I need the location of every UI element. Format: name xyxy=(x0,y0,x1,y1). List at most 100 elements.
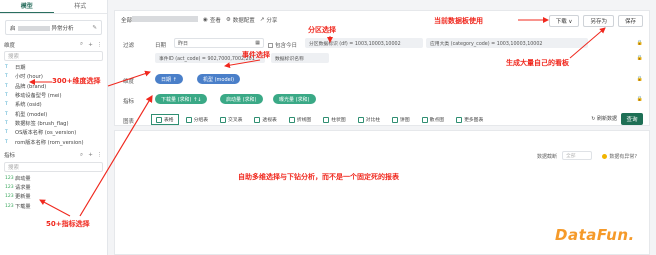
list-item[interactable]: T 数据标签 (brush_flag) xyxy=(0,119,107,128)
download-button[interactable]: 下载 ∨ xyxy=(548,15,580,27)
annotation-freeform: 自助多维选择与下钻分析，而不是一个固定死的报表 xyxy=(238,173,399,181)
text-type-icon: T xyxy=(5,139,8,145)
add-icon[interactable]: + xyxy=(87,42,94,48)
text-type-icon: T xyxy=(5,74,8,80)
compare-bar-icon xyxy=(357,116,364,123)
datafun-logo: DataFun. xyxy=(555,226,635,244)
sidebar-tabs: 模型 样式 xyxy=(0,0,107,14)
filter-label: 过滤 xyxy=(123,43,135,49)
lock-icon[interactable]: 🔒 xyxy=(637,76,643,82)
chart-type-cross-table[interactable]: 交叉表 xyxy=(215,114,247,125)
chart-type-pie[interactable]: 饼图 xyxy=(387,114,415,125)
dimension-section-header: 维度 ⌕ + ⋮ xyxy=(0,39,107,50)
chart-type-compare-bar[interactable]: 对比柱 xyxy=(353,114,385,125)
chart-type-list: 表格 分组表 交叉表 透视表 折线图 柱状图 对比柱 饼图 散点图 更多图表 xyxy=(151,114,488,125)
chart-type-more[interactable]: 更多图表 xyxy=(451,114,488,125)
text-type-icon: T xyxy=(5,102,8,108)
bar-chart-icon xyxy=(323,116,330,123)
filter-chip[interactable]: 应用大类 (category_code) = 1003,10003,10002 xyxy=(426,38,588,48)
dimension-row-label: 维度 xyxy=(123,79,135,85)
add-icon[interactable]: + xyxy=(87,152,94,158)
dimension-search-input[interactable]: 搜索 xyxy=(4,51,103,61)
annotation-partition: 分区选择 xyxy=(308,26,336,34)
chart-type-line[interactable]: 折线图 xyxy=(284,114,316,125)
number-type-icon: 123 xyxy=(5,175,14,181)
list-item[interactable]: 123 更新量 xyxy=(0,192,107,201)
more-charts-icon xyxy=(456,116,463,123)
include-today-checkbox[interactable]: 包含今日 xyxy=(268,41,297,49)
metric-list: 123 启动量 123 请求量 123 更新量 123 下载量 xyxy=(0,174,107,211)
refresh-data-button[interactable]: ↻ 刷新数据 xyxy=(591,115,617,122)
filter-chip[interactable]: 分区数据标识 (df) = 1003,10003,10002 xyxy=(305,38,423,48)
lock-icon[interactable]: 🔒 xyxy=(637,40,643,46)
text-type-icon: T xyxy=(5,130,8,136)
chart-type-scatter[interactable]: 散点图 xyxy=(417,114,449,125)
filter-chip[interactable]: 数据标识名称 xyxy=(271,53,329,63)
list-item[interactable]: 123 下载量 xyxy=(0,202,107,211)
annotation-generate: 生成大量自己的看板 xyxy=(506,59,569,67)
share-button[interactable]: ↗ 分享 xyxy=(260,16,278,24)
share-icon: ↗ xyxy=(259,17,265,23)
dimension-pill-model[interactable]: 机型 (model) xyxy=(197,74,241,84)
pie-chart-icon xyxy=(392,116,399,123)
query-button[interactable]: 查询 xyxy=(621,113,643,125)
list-item[interactable]: T OS版本名称 (os_version) xyxy=(0,128,107,137)
annotation-current-board: 当前数据板使用 xyxy=(434,17,483,25)
data-config-button[interactable]: ⚙ 数据配置 xyxy=(226,16,255,24)
list-item[interactable]: T 机型 (model) xyxy=(0,109,107,118)
table-icon xyxy=(156,116,162,123)
lock-icon[interactable]: 🔒 xyxy=(637,55,643,61)
sidebar: 模型 样式 启异常分析 ✎ 维度 ⌕ + ⋮ 搜索 T 日期 T 小时 (hour)… xyxy=(0,0,108,255)
annotation-dimension: 300+维度选择 xyxy=(52,77,101,85)
annotation-event: 事件选择 xyxy=(242,51,270,59)
chart-type-bar[interactable]: 柱状图 xyxy=(318,114,350,125)
calendar-icon: ▦ xyxy=(255,40,260,46)
list-item[interactable]: T 日期 xyxy=(0,63,107,72)
metric-section-header: 指标 ⌕ + ⋮ xyxy=(0,150,107,161)
metric-pill-launches[interactable]: 启动量 (求和) xyxy=(220,94,263,104)
more-icon[interactable]: ⋮ xyxy=(96,42,103,48)
metric-pill-downloads[interactable]: 下载量 (求和) ↑↓ xyxy=(155,94,208,104)
dimension-pill-date[interactable]: 日期 ↑ xyxy=(155,74,183,84)
save-button[interactable]: 保存 xyxy=(617,15,643,27)
view-button[interactable]: ◉ 查看 xyxy=(203,16,221,24)
text-type-icon: T xyxy=(5,65,8,71)
action-buttons: 下载 ∨ 另存为 保存 xyxy=(548,15,643,27)
line-chart-icon xyxy=(288,116,295,123)
query-config-panel: 全部 ◉ 查看 ⚙ 数据配置 ↗ 分享 下载 ∨ 另存为 保存 过滤 日期 昨日 ▦ 包… xyxy=(114,10,650,126)
list-item[interactable]: T 移动设备型号 (mei) xyxy=(0,91,107,100)
checkbox-icon xyxy=(268,42,273,48)
metric-pill-exposures[interactable]: 曝光量 (求和) xyxy=(273,94,316,104)
text-type-icon: T xyxy=(5,120,8,126)
pivot-table-icon xyxy=(254,116,261,123)
data-anomaly-toggle[interactable]: 数据有异常? xyxy=(602,153,637,160)
toolbar: 全部 ◉ 查看 ⚙ 数据配置 ↗ 分享 xyxy=(121,16,277,24)
warning-dot-icon xyxy=(602,154,608,159)
chart-type-grouped-table[interactable]: 分组表 xyxy=(181,114,213,125)
lock-icon[interactable]: 🔒 xyxy=(637,96,643,102)
list-item[interactable]: 123 请求量 xyxy=(0,183,107,192)
list-item[interactable]: 123 启动量 xyxy=(0,174,107,183)
data-truncate-label: 数据截断 xyxy=(536,154,557,160)
edit-icon[interactable]: ✎ xyxy=(92,25,97,31)
list-item[interactable]: Trom版本名称 (rom_version) xyxy=(0,137,107,146)
date-select[interactable]: 昨日 ▦ xyxy=(174,38,264,48)
search-icon[interactable]: ⌕ xyxy=(78,152,85,159)
tab-model[interactable]: 模型 xyxy=(0,0,54,13)
board-title: 全部 xyxy=(121,16,199,24)
metric-search-input[interactable]: 搜索 xyxy=(4,161,103,172)
tab-style[interactable]: 样式 xyxy=(54,0,108,13)
number-type-icon: 123 xyxy=(5,203,14,209)
save-as-button[interactable]: 另存为 xyxy=(583,15,614,27)
more-icon[interactable]: ⋮ xyxy=(96,152,103,158)
number-type-icon: 123 xyxy=(5,194,14,200)
annotation-metric: 50+指标选择 xyxy=(46,220,90,228)
cross-table-icon xyxy=(220,116,227,123)
chart-type-pivot-table[interactable]: 透视表 xyxy=(249,114,281,125)
chart-type-table[interactable]: 表格 xyxy=(151,114,179,125)
text-type-icon: T xyxy=(5,83,8,89)
dataset-select[interactable]: 启异常分析 ✎ xyxy=(5,20,102,35)
list-item[interactable]: T 系统 (osid) xyxy=(0,100,107,109)
search-icon[interactable]: ⌕ xyxy=(78,41,85,48)
data-truncate-input[interactable]: 全部 xyxy=(562,151,592,160)
